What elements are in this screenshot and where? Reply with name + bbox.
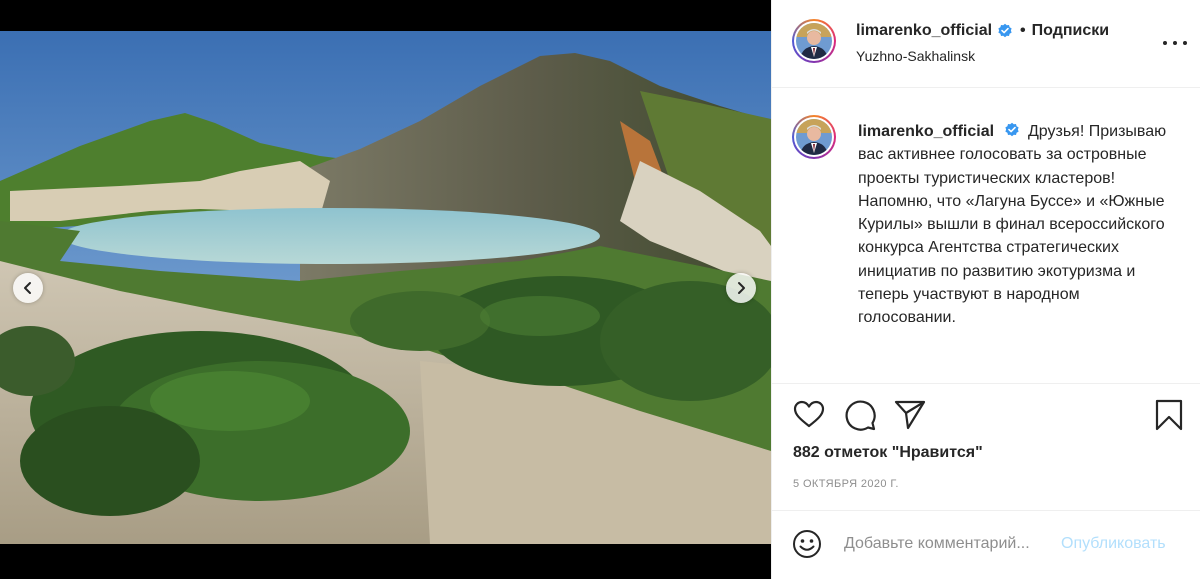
post-media	[0, 0, 771, 579]
chevron-left-icon	[24, 282, 31, 294]
avatar-photo	[796, 23, 832, 59]
verified-badge-icon	[998, 23, 1012, 38]
username-link[interactable]: limarenko_official	[856, 22, 992, 40]
smiley-icon[interactable]	[792, 529, 822, 559]
caption-avatar[interactable]	[792, 115, 836, 159]
landscape-photo	[0, 31, 771, 544]
comment-input[interactable]	[844, 535, 1054, 553]
comment-bar: Опубликовать	[772, 510, 1200, 579]
heart-icon[interactable]	[792, 398, 826, 432]
next-photo-button[interactable]	[726, 273, 756, 303]
following-button[interactable]: Подписки	[1032, 22, 1109, 40]
post-date[interactable]: 5 ОКТЯБРЯ 2020 Г.	[793, 478, 899, 490]
action-bar	[772, 398, 1200, 434]
post-header: limarenko_official • Подписки Yuzhno-Sak…	[772, 0, 1200, 88]
publish-button[interactable]: Опубликовать	[1061, 535, 1166, 553]
likes-count[interactable]: 882 отметок "Нравится"	[793, 444, 983, 462]
avatar-photo	[796, 119, 832, 155]
header-user-line: limarenko_official • Подписки	[856, 22, 1109, 40]
previous-photo-button[interactable]	[13, 273, 43, 303]
bookmark-icon[interactable]	[1152, 398, 1186, 432]
separator-dot: •	[1020, 22, 1026, 39]
location-link[interactable]: Yuzhno-Sakhalinsk	[856, 48, 975, 64]
comment-icon[interactable]	[843, 398, 877, 432]
post-photo[interactable]	[0, 31, 771, 544]
caption-text: Друзья! Призываю вас активнее голосовать…	[858, 123, 1167, 327]
post-panel: limarenko_official • Подписки Yuzhno-Sak…	[771, 0, 1200, 579]
post-caption: limarenko_official Друзья! Призываю вас …	[858, 120, 1176, 330]
more-options-icon[interactable]	[1163, 36, 1187, 50]
avatar[interactable]	[792, 19, 836, 63]
caption-section: limarenko_official Друзья! Призываю вас …	[772, 89, 1200, 384]
chevron-right-icon	[738, 282, 745, 294]
paper-plane-icon[interactable]	[893, 398, 927, 432]
caption-username-link[interactable]: limarenko_official	[858, 123, 994, 140]
verified-badge-icon	[1004, 122, 1019, 137]
